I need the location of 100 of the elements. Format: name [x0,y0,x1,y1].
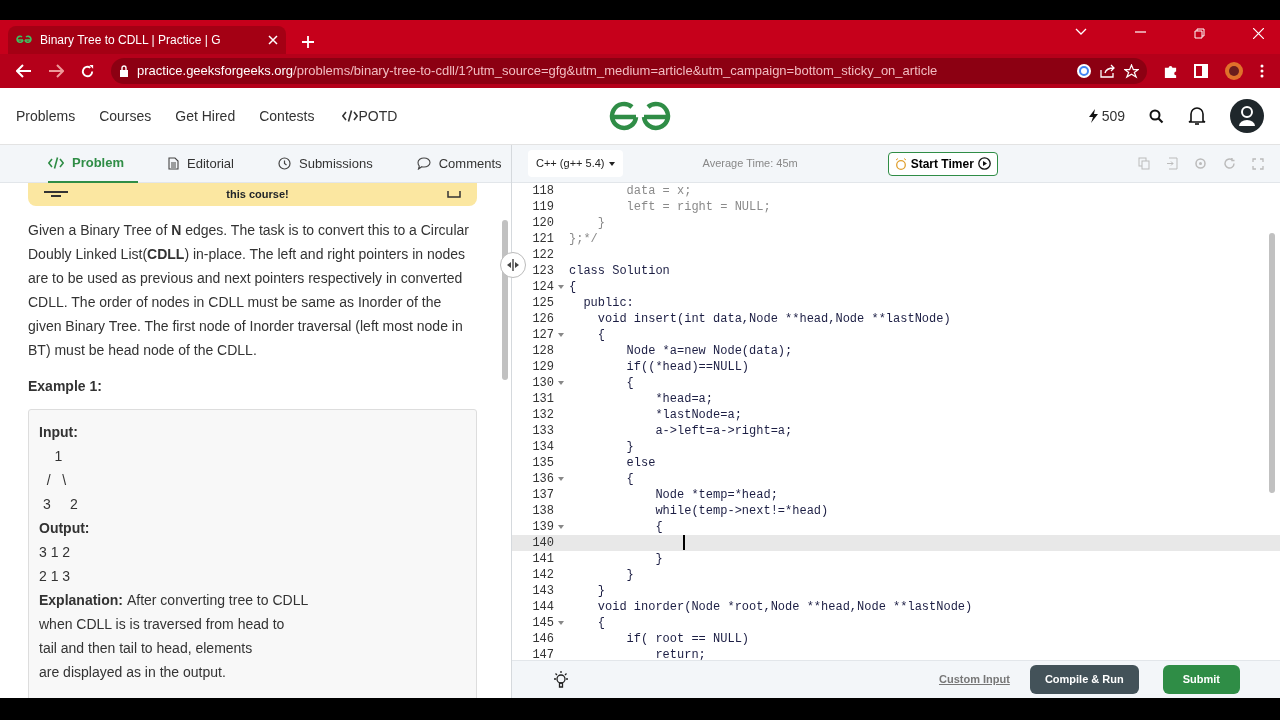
example-title: Example 1: [28,377,103,396]
nav-link[interactable]: POTD [342,105,398,127]
code-line: if((*head)==NULL) [625,359,750,375]
line-number: 122 [531,247,554,263]
line-number: 141 [531,551,554,567]
line-number: 126 [531,311,554,327]
code-line: class Solution [568,263,670,279]
line-number: 118 [531,183,554,199]
line-number: 135 [531,455,554,471]
code-line: { [596,327,605,343]
ring-icon[interactable] [1076,63,1092,79]
tree-line: / \ [45,471,68,490]
sidebar-icon[interactable] [1194,64,1208,78]
browser-tab[interactable]: Binary Tree to CDLL | Practice | G [8,26,286,54]
nav-link[interactable]: Courses [99,105,152,127]
banner-text: this course! [226,187,289,203]
line-number: 139 [531,519,554,535]
address-bar[interactable]: practice.geeksforgeeks.org/problems/binary-tree-to-cdll/1?utm_source=gfg&utm_medium=article&utm_campaign=bottom_sticky_on_article [111,58,1147,84]
code-line: else [625,455,656,471]
back-arrow-icon[interactable] [16,64,32,78]
input-label: Input: [39,423,79,442]
line-number: 119 [531,199,554,215]
fold-arrow-icon[interactable] [558,524,564,529]
code-line: return; [654,647,706,660]
code-line: left = right = NULL; [625,199,771,215]
submit-button[interactable]: Submit [1162,665,1240,694]
code-line: *head=a; [654,391,714,407]
new-tab-icon[interactable] [302,36,314,48]
code-line: { [596,615,605,631]
problem-tab[interactable]: Editorial [154,144,248,183]
line-number: 130 [531,375,554,391]
line-number: 127 [531,327,554,343]
line-number: 128 [531,343,554,359]
reload-icon[interactable] [80,63,95,79]
output-line: 2 1 3 [39,567,72,586]
code-line: a->left=a->right=a; [654,423,793,439]
fold-arrow-icon[interactable] [558,476,564,481]
share-icon[interactable] [1100,64,1116,78]
code-line: { [625,471,634,487]
restore-icon[interactable] [1194,28,1205,39]
line-number: 134 [531,439,554,455]
lightbulb-icon[interactable] [552,669,570,690]
language-dropdown[interactable]: C++ (g++ 5.4) [528,150,623,177]
nav-link[interactable]: Contests [259,105,315,127]
code-line: { [625,375,634,391]
line-number: 123 [531,263,554,279]
code-line: data = x; [625,183,692,199]
streak-count: 509 [1101,106,1125,126]
code-line: public: [582,295,634,311]
split-arrows-icon [506,259,520,271]
code-line: Node *temp=*head; [654,487,778,503]
code-icon [48,156,64,169]
code-line: } [625,439,634,455]
forward-arrow-icon[interactable] [48,64,64,78]
tab-title: Binary Tree to CDLL | Practice | G [40,32,222,49]
line-number: 145 [531,615,554,631]
site-icon [16,35,32,45]
problem-tab[interactable]: Comments [402,144,516,183]
alarm-clock-icon [894,157,907,170]
fold-arrow-icon[interactable] [558,380,564,385]
fold-arrow-icon[interactable] [558,620,564,625]
scrollbar[interactable] [1269,233,1275,493]
line-number: 137 [531,487,554,503]
close-icon[interactable] [268,35,278,45]
code-line: } [596,215,605,231]
monitor-icon [44,190,68,199]
average-time: Average Time: 45m [702,156,798,172]
line-number: 125 [531,295,554,311]
nav-link[interactable]: Get Hired [175,105,236,127]
line-number: 140 [531,535,554,551]
kebab-menu-icon[interactable] [1260,64,1264,78]
fold-arrow-icon[interactable] [558,332,564,337]
star-icon[interactable] [1124,63,1139,79]
logo-icon[interactable] [608,101,672,131]
play-icon [977,157,991,170]
bolt-icon [1088,109,1098,123]
custom-input-link[interactable]: Custom Input [939,671,1010,688]
tree-line: 1 [53,447,64,466]
line-number: 120 [531,215,554,231]
line-number: 131 [531,391,554,407]
code-line: void insert(int data,Node **head,Node **lastNode) [596,311,951,327]
line-number: 129 [531,359,554,375]
problem-tab[interactable]: Submissions [264,144,387,183]
fold-arrow-icon[interactable] [558,284,564,289]
nav-link[interactable]: Problems [16,105,76,127]
start-timer-button[interactable]: Start Timer [887,151,998,176]
chevron-down-icon[interactable] [1075,28,1087,36]
avatar[interactable] [1230,99,1264,133]
puzzle-icon[interactable] [1163,63,1178,79]
code-line: } [596,583,605,599]
minimize-icon[interactable] [1135,28,1146,36]
bell-icon[interactable] [1188,106,1206,126]
code-line: *lastNode=a; [654,407,742,423]
clock-icon [278,157,291,170]
line-number: 143 [531,583,554,599]
search-icon[interactable] [1149,108,1164,124]
compile-run-button[interactable]: Compile & Run [1029,665,1139,694]
line-number: 138 [531,503,554,519]
line-number: 136 [531,471,554,487]
close-icon[interactable] [1253,28,1264,39]
